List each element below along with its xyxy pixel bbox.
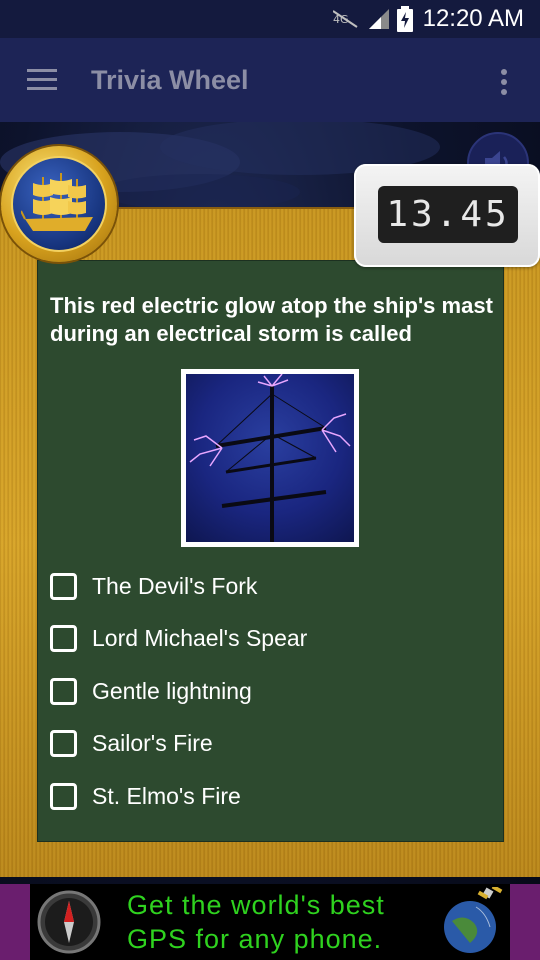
answer-option[interactable]: Gentle lightning	[50, 665, 490, 718]
checkbox[interactable]	[50, 625, 77, 653]
answer-label: The Devil's Fork	[92, 572, 258, 599]
ad-text: Get the world's best GPS for any phone.	[127, 888, 385, 956]
overflow-menu-button[interactable]	[486, 64, 522, 100]
category-medallion	[1, 146, 117, 262]
answer-label: Gentle lightning	[92, 677, 252, 704]
menu-button[interactable]	[0, 38, 84, 122]
checkbox[interactable]	[50, 782, 77, 810]
compass-icon	[37, 890, 101, 954]
answer-label: Sailor's Fire	[92, 730, 213, 757]
status-time: 12:20 AM	[422, 5, 524, 32]
app-bar: Trivia Wheel	[0, 38, 540, 122]
network-off-icon: 4G	[332, 10, 358, 28]
medallion-face	[11, 156, 107, 252]
answer-option[interactable]: St. Elmo's Fire	[50, 770, 490, 823]
hamburger-menu-icon	[27, 69, 57, 90]
answer-label: St. Elmo's Fire	[92, 782, 241, 809]
app-title: Trivia Wheel	[91, 64, 249, 95]
ship-mast-lightning-image	[186, 374, 354, 542]
status-icons: 4G	[332, 6, 413, 32]
sailing-ship-icon	[21, 173, 93, 231]
answer-option[interactable]: Sailor's Fire	[50, 718, 490, 771]
globe-satellite-icon	[444, 887, 503, 953]
answer-options: The Devil's Fork Lord Michael's Spear Ge…	[50, 560, 490, 823]
question-text: This red electric glow atop the ship's m…	[50, 293, 493, 346]
question-image	[181, 369, 359, 547]
more-vert-icon	[501, 69, 507, 95]
signal-icon	[368, 9, 389, 29]
timer-display: 13.45	[378, 186, 518, 243]
battery-charging-icon	[396, 6, 413, 32]
checkbox[interactable]	[50, 677, 77, 705]
checkbox[interactable]	[50, 730, 77, 758]
ad-line-2: GPS for any phone.	[127, 924, 383, 954]
checkbox[interactable]	[50, 572, 77, 600]
answer-option[interactable]: The Devil's Fork	[50, 560, 490, 613]
answer-option[interactable]: Lord Michael's Spear	[50, 613, 490, 666]
answer-label: Lord Michael's Spear	[92, 625, 308, 652]
ad-banner[interactable]: Get the world's best GPS for any phone.	[30, 884, 510, 960]
ad-line-1: Get the world's best	[127, 890, 385, 920]
status-bar: 4G 12:20 AM	[0, 0, 540, 38]
timer-panel: 13.45	[354, 164, 540, 267]
